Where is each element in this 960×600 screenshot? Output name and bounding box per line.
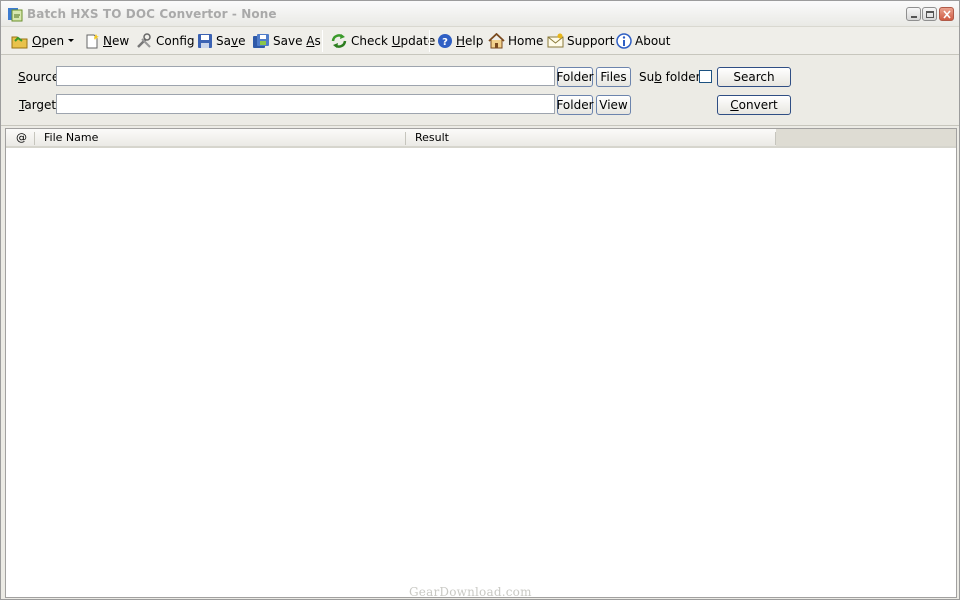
subfolders-label: Sub folders	[639, 70, 707, 84]
envelope-icon	[547, 33, 564, 48]
minimize-button[interactable]	[906, 7, 921, 21]
file-list[interactable]: @ File Name Result	[5, 128, 957, 598]
source-folder-button[interactable]: Folder	[556, 67, 594, 87]
source-input[interactable]	[56, 66, 555, 86]
toolbar: Open New Config Save Save As Check Updat…	[1, 27, 959, 55]
header-filler	[776, 129, 956, 146]
target-label: Target	[19, 98, 57, 112]
tools-icon	[137, 33, 151, 48]
new-button[interactable]: New	[84, 31, 129, 51]
open-button[interactable]: Open	[11, 31, 64, 51]
save-as-button[interactable]: Save As	[252, 31, 321, 51]
window-title: Batch HXS TO DOC Convertor - None	[27, 7, 277, 21]
watermark: GearDownload.com	[409, 585, 532, 599]
home-icon	[488, 33, 505, 49]
info-icon	[616, 33, 632, 49]
subfolders-checkbox[interactable]	[699, 70, 712, 83]
toolbar-separator	[322, 30, 323, 52]
config-button[interactable]: Config	[136, 31, 195, 51]
help-icon: ?	[438, 34, 452, 48]
toolbar-separator	[429, 30, 430, 52]
floppy-disk-icon	[198, 34, 212, 48]
column-separator[interactable]	[34, 132, 35, 145]
target-input[interactable]	[56, 94, 555, 114]
target-folder-button[interactable]: Folder	[556, 95, 594, 115]
app-icon[interactable]	[7, 6, 23, 22]
new-file-icon	[86, 34, 99, 49]
about-button[interactable]: About	[616, 31, 670, 51]
convert-button[interactable]: Convert	[717, 95, 791, 115]
search-button[interactable]: Search	[717, 67, 791, 87]
options-panel: Source Folder Files Sub folders Search T…	[1, 56, 959, 126]
column-separator[interactable]	[405, 132, 406, 145]
home-button[interactable]: Home	[488, 31, 543, 51]
app-window: Batch HXS TO DOC Convertor - None Open N…	[0, 0, 960, 600]
refresh-icon	[331, 34, 347, 48]
view-button[interactable]: View	[596, 95, 631, 115]
maximize-button[interactable]	[922, 7, 937, 21]
save-button[interactable]: Save	[197, 31, 245, 51]
support-button[interactable]: Support	[547, 31, 614, 51]
column-header-file-name[interactable]: File Name	[38, 129, 408, 147]
column-header-status[interactable]: @	[10, 129, 34, 147]
save-as-icon	[253, 34, 269, 48]
open-folder-icon	[11, 36, 28, 49]
svg-text:?: ?	[442, 37, 448, 48]
open-dropdown-arrow[interactable]	[67, 31, 75, 51]
close-button[interactable]	[939, 7, 954, 21]
column-header-result[interactable]: Result	[409, 129, 775, 147]
chevron-down-icon	[68, 39, 74, 42]
title-bar[interactable]: Batch HXS TO DOC Convertor - None	[1, 1, 959, 27]
source-files-button[interactable]: Files	[596, 67, 631, 87]
list-header: @ File Name Result	[6, 129, 956, 148]
check-update-button[interactable]: Check Update	[330, 31, 435, 51]
help-button[interactable]: ? Help	[437, 31, 483, 51]
source-label: Source	[18, 70, 60, 84]
